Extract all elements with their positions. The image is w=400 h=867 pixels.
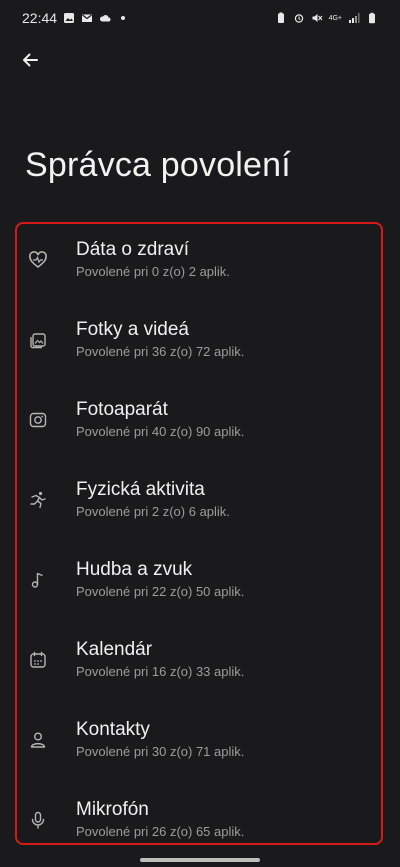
gmail-notification-icon [81, 12, 93, 24]
calendar-icon [25, 647, 51, 673]
item-subtitle: Povolené pri 22 z(o) 50 aplik. [76, 584, 245, 599]
arrow-left-icon [23, 53, 38, 67]
music-note-icon [25, 567, 51, 593]
list-item-photos-videos[interactable]: Fotky a videá Povolené pri 36 z(o) 72 ap… [17, 304, 381, 376]
list-item-contacts[interactable]: Kontakty Povolené pri 30 z(o) 71 aplik. [17, 704, 381, 776]
item-title: Kontakty [76, 719, 150, 740]
alarm-icon [293, 12, 305, 24]
gallery-notification-icon [63, 12, 75, 24]
signal-strength-icon [348, 12, 360, 24]
item-title: Fyzická aktivita [76, 479, 205, 500]
page-title: Správca povolení [25, 146, 291, 184]
status-left: 22:44 [22, 10, 129, 26]
item-subtitle: Povolené pri 2 z(o) 6 aplik. [76, 504, 230, 519]
status-time: 22:44 [22, 10, 58, 26]
list-item-physical-activity[interactable]: Fyzická aktivita Povolené pri 2 z(o) 6 a… [17, 464, 381, 536]
permissions-list: Dáta o zdraví Povolené pri 0 z(o) 2 apli… [15, 222, 383, 845]
item-title: Fotoaparát [76, 399, 168, 420]
microphone-icon [25, 807, 51, 833]
battery-saver-icon [275, 12, 287, 24]
list-item-microphone[interactable]: Mikrofón Povolené pri 26 z(o) 65 aplik. [17, 784, 381, 843]
cloud-notification-icon [99, 12, 111, 24]
item-title: Mikrofón [76, 799, 149, 820]
more-notifications-dot-icon [117, 12, 129, 24]
list-item-music-audio[interactable]: Hudba a zvuk Povolené pri 22 z(o) 50 apl… [17, 544, 381, 616]
item-subtitle: Povolené pri 0 z(o) 2 aplik. [76, 264, 230, 279]
item-subtitle: Povolené pri 26 z(o) 65 aplik. [76, 824, 245, 839]
battery-icon [366, 12, 378, 24]
list-item-calendar[interactable]: Kalendár Povolené pri 16 z(o) 33 aplik. [17, 624, 381, 696]
network-type: 4G+ [328, 14, 342, 22]
status-bar: 22:44 4G+ [0, 0, 400, 36]
home-indicator[interactable] [140, 858, 260, 862]
item-title: Kalendár [76, 639, 153, 660]
item-title: Hudba a zvuk [76, 559, 193, 580]
status-right: 4G+ [275, 12, 378, 24]
list-item-camera[interactable]: Fotoaparát Povolené pri 40 z(o) 90 aplik… [17, 384, 381, 456]
item-subtitle: Povolené pri 40 z(o) 90 aplik. [76, 424, 245, 439]
item-title: Dáta o zdraví [76, 239, 189, 260]
running-icon [25, 487, 51, 513]
list-item-health-data[interactable]: Dáta o zdraví Povolené pri 0 z(o) 2 apli… [17, 224, 381, 296]
photos-icon [25, 327, 51, 353]
health-heart-icon [25, 247, 51, 273]
item-title: Fotky a videá [76, 319, 189, 340]
mute-icon [311, 12, 323, 24]
item-subtitle: Povolené pri 36 z(o) 72 aplik. [76, 344, 245, 359]
item-subtitle: Povolené pri 30 z(o) 71 aplik. [76, 744, 245, 759]
back-button[interactable] [14, 44, 46, 76]
person-icon [25, 727, 51, 753]
item-subtitle: Povolené pri 16 z(o) 33 aplik. [76, 664, 245, 679]
camera-icon [25, 407, 51, 433]
